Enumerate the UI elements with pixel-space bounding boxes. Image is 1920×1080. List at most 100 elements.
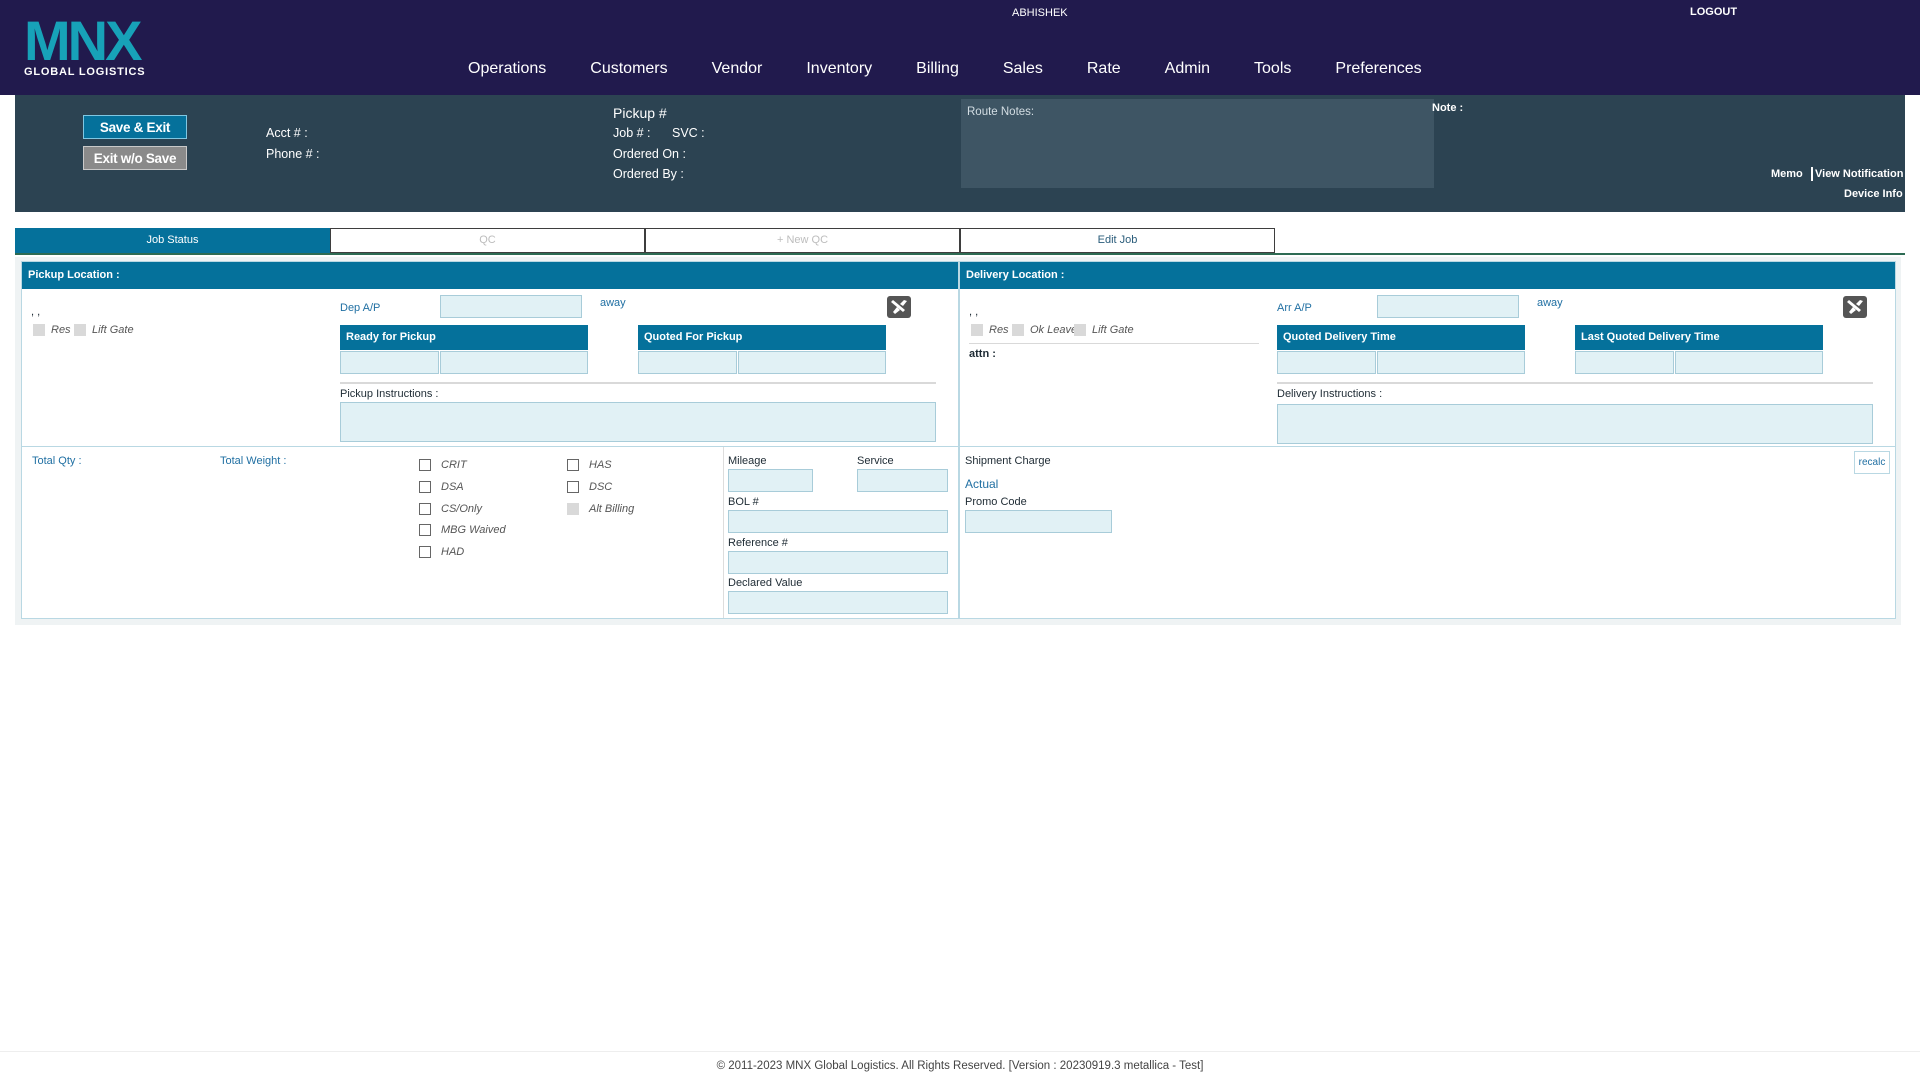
declared-value-label: Declared Value — [728, 577, 803, 589]
dep-ap-input[interactable] — [440, 295, 582, 318]
crit-label: CRIT — [441, 459, 467, 471]
dsc-label: DSC — [589, 481, 613, 493]
nav-sales[interactable]: Sales — [1003, 60, 1043, 82]
dsa-label: DSA — [441, 481, 464, 493]
attn-separator — [969, 343, 1259, 344]
mileage-label: Mileage — [728, 455, 767, 467]
nav-billing[interactable]: Billing — [916, 60, 959, 82]
pickup-instructions-input[interactable] — [340, 402, 936, 442]
tab-qc[interactable]: QC — [330, 228, 645, 253]
has-checkbox[interactable] — [567, 459, 579, 471]
alt-billing-checkbox[interactable] — [567, 503, 579, 515]
service-label: Service — [857, 455, 894, 467]
ok-leave-checkbox[interactable] — [1012, 324, 1024, 336]
alt-billing-label: Alt Billing — [589, 503, 635, 515]
pickup-instructions-label: Pickup Instructions : — [340, 388, 439, 400]
job-header: Save & Exit Exit w/o Save Acct # : Phone… — [15, 95, 1905, 212]
quoted-pickup-time-input[interactable] — [738, 351, 886, 374]
logo-tagline: GLOBAL LOGISTICS — [24, 66, 146, 78]
tab-edit-job[interactable]: Edit Job — [960, 228, 1275, 253]
arr-ap-label: Arr A/P — [1277, 302, 1312, 314]
nav-admin[interactable]: Admin — [1165, 60, 1210, 82]
shipment-details-box: Total Qty : Total Weight : CRIT DSA CS/O… — [21, 446, 959, 619]
logout-link[interactable]: LOGOUT — [1690, 6, 1737, 18]
last-quoted-date-input[interactable] — [1575, 351, 1674, 374]
attn-label: attn : — [969, 348, 996, 360]
ready-time-input[interactable] — [440, 351, 588, 374]
delivery-liftgate-checkbox[interactable] — [1074, 324, 1086, 336]
mileage-input[interactable] — [728, 469, 813, 492]
nav-customers[interactable]: Customers — [590, 60, 667, 82]
dsa-checkbox[interactable] — [419, 481, 431, 493]
main-nav: Operations Customers Vendor Inventory Bi… — [468, 60, 1466, 82]
ok-leave-label: Ok Leave — [1030, 324, 1078, 336]
reference-input[interactable] — [728, 551, 948, 574]
nav-vendor[interactable]: Vendor — [712, 60, 763, 82]
tab-job-status[interactable]: Job Status — [15, 228, 330, 253]
view-notification-link[interactable]: View Notification — [1815, 168, 1903, 180]
footer-copyright: © 2011-2023 MNX Global Logistics. All Ri… — [0, 1051, 1920, 1080]
nav-tools[interactable]: Tools — [1254, 60, 1291, 82]
cs-only-checkbox[interactable] — [419, 503, 431, 515]
dep-ap-label: Dep A/P — [340, 302, 381, 314]
shipment-divider — [723, 447, 724, 618]
shipment-charge-box: Shipment Charge Actual Promo Code recalc — [959, 446, 1896, 619]
device-info-link[interactable]: Device Info — [1844, 188, 1903, 200]
pickup-liftgate-label: Lift Gate — [92, 324, 134, 336]
had-label: HAD — [441, 546, 465, 558]
airplane-icon[interactable] — [1843, 296, 1867, 318]
quoted-delivery-date-input[interactable] — [1277, 351, 1376, 374]
pickup-location-box: Pickup Location : , , Res Lift Gate Dep … — [21, 261, 959, 447]
service-input[interactable] — [857, 469, 948, 492]
quoted-delivery-time-title: Quoted Delivery Time — [1277, 325, 1525, 350]
recalc-button[interactable]: recalc — [1854, 451, 1890, 474]
mbg-waived-label: MBG Waived — [441, 524, 506, 536]
has-label: HAS — [589, 459, 612, 471]
mbg-waived-checkbox[interactable] — [419, 524, 431, 536]
nav-inventory[interactable]: Inventory — [806, 60, 872, 82]
delivery-liftgate-label: Lift Gate — [1092, 324, 1134, 336]
pickup-number-label: Pickup # — [613, 105, 667, 121]
delivery-instructions-input[interactable] — [1277, 404, 1873, 444]
quoted-delivery-time-input[interactable] — [1377, 351, 1525, 374]
pickup-address: , , — [31, 306, 41, 318]
job-status-panel: Pickup Location : , , Res Lift Gate Dep … — [15, 257, 1901, 625]
note-label: Note : — [1432, 102, 1464, 114]
nav-preferences[interactable]: Preferences — [1335, 60, 1421, 82]
promo-code-input[interactable] — [965, 510, 1112, 533]
delivery-separator — [1277, 382, 1873, 384]
ready-date-input[interactable] — [340, 351, 439, 374]
bol-input[interactable] — [728, 510, 948, 533]
link-divider — [1811, 167, 1813, 181]
quoted-pickup-date-input[interactable] — [638, 351, 737, 374]
declared-value-input[interactable] — [728, 591, 948, 614]
tab-new-qc[interactable]: + New QC — [645, 228, 960, 253]
crit-checkbox[interactable] — [419, 459, 431, 471]
dsc-checkbox[interactable] — [567, 481, 579, 493]
airplane-icon[interactable] — [887, 296, 911, 318]
cs-only-label: CS/Only — [441, 503, 482, 515]
reference-label: Reference # — [728, 537, 788, 549]
delivery-address: , , — [969, 306, 979, 318]
nav-operations[interactable]: Operations — [468, 60, 546, 82]
delivery-location-title: Delivery Location : — [960, 262, 1895, 289]
arr-ap-input[interactable] — [1377, 295, 1519, 318]
actual-label: Actual — [965, 477, 999, 491]
acct-label: Acct # : — [266, 126, 308, 140]
svg-text:MNX: MNX — [24, 14, 142, 72]
user-name: ABHISHEK — [1012, 7, 1068, 19]
svc-label: SVC : — [672, 126, 705, 140]
pickup-liftgate-checkbox[interactable] — [74, 324, 86, 336]
tab-underline — [15, 253, 1905, 255]
pickup-res-checkbox[interactable] — [33, 324, 45, 336]
last-quoted-time-input[interactable] — [1675, 351, 1823, 374]
promo-code-label: Promo Code — [965, 496, 1027, 508]
route-notes[interactable]: Route Notes: — [961, 99, 1434, 188]
had-checkbox[interactable] — [419, 546, 431, 558]
save-exit-button[interactable]: Save & Exit — [83, 115, 187, 139]
nav-rate[interactable]: Rate — [1087, 60, 1121, 82]
exit-without-save-button[interactable]: Exit w/o Save — [83, 146, 187, 170]
memo-link[interactable]: Memo — [1771, 168, 1803, 180]
delivery-res-checkbox[interactable] — [971, 324, 983, 336]
ordered-by-label: Ordered By : — [613, 167, 684, 181]
